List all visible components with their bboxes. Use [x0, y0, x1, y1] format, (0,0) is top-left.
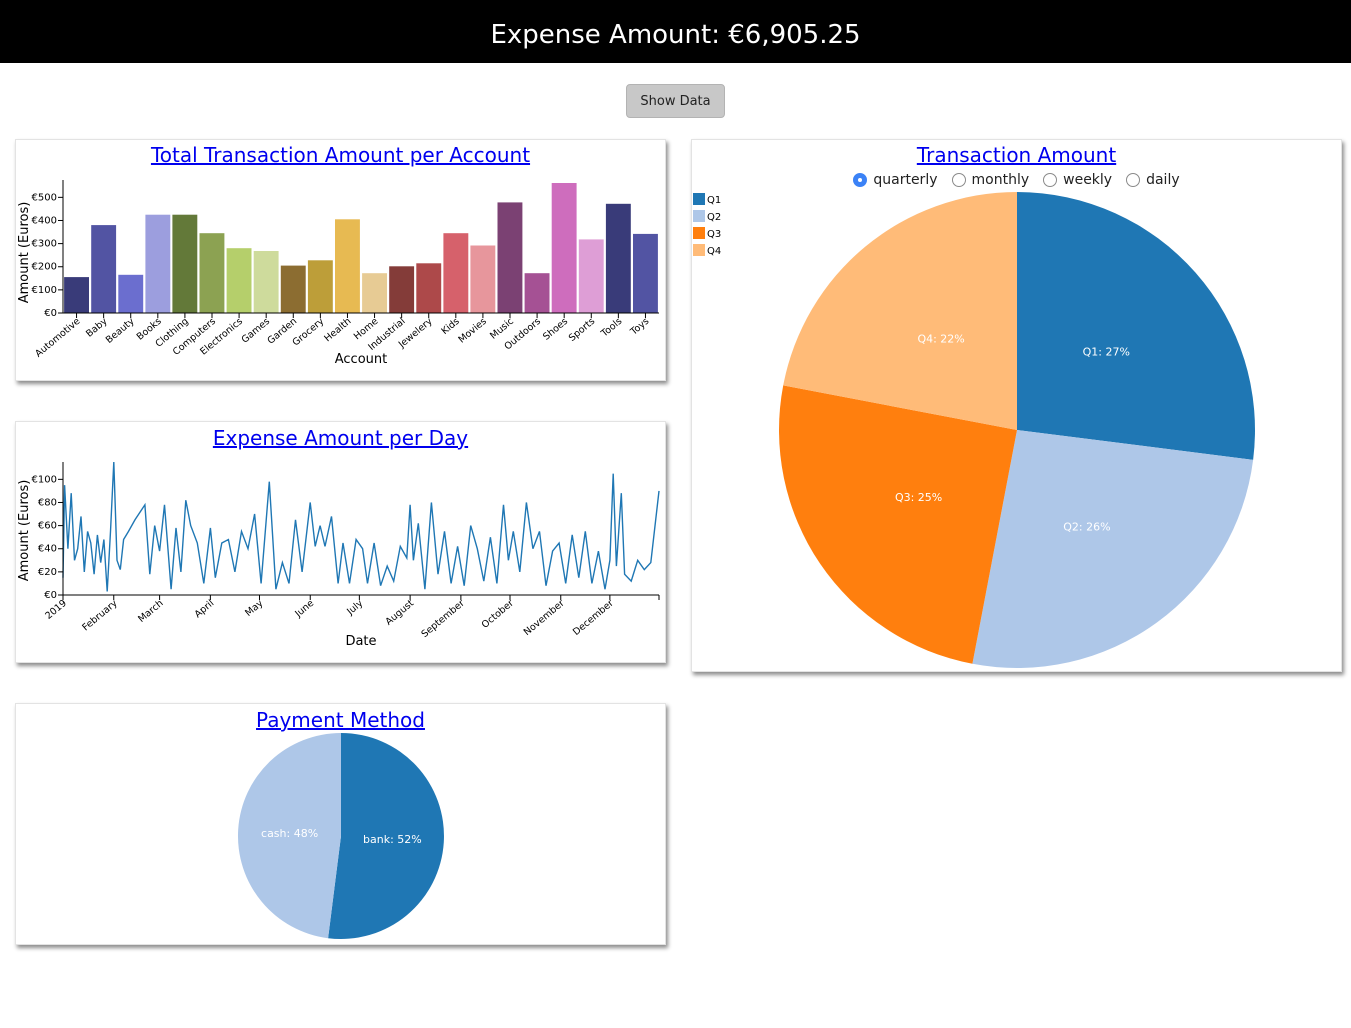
quarter-slice-label: Q4: 22% [917, 332, 964, 345]
x-tick-label: Kids [439, 316, 461, 337]
legend-label: Q3 [707, 229, 721, 240]
payment-chart-card: Payment Method bank: 52% cash: 48% [15, 703, 666, 945]
y-tick-label: €20 [38, 567, 57, 578]
quarter-slice-label: Q2: 26% [1063, 520, 1110, 533]
y-axis-title: Amount (Euros) [17, 202, 32, 304]
payment-slice-label: bank: 52% [363, 833, 422, 846]
x-tick-label: June [292, 598, 316, 620]
x-tick-label: September [420, 598, 467, 640]
y-tick-label: €60 [38, 521, 57, 532]
x-tick-label: February [80, 598, 120, 634]
y-tick-label: €0 [44, 308, 57, 319]
y-tick-label: €40 [38, 544, 57, 555]
x-tick-label: August [384, 598, 417, 628]
quarter-slice-label: Q3: 25% [895, 491, 942, 504]
bar-shoes [551, 183, 577, 313]
legend-swatch-q1 [693, 193, 705, 205]
bar-clothing [172, 214, 198, 313]
bar-sports [578, 239, 604, 313]
quarter-slice-q1 [1017, 192, 1255, 460]
x-tick-label: Movies [456, 316, 488, 346]
y-axis-title: Amount (Euros) [17, 480, 32, 582]
expense-total-header: Expense Amount: €6,905.25 [0, 0, 1351, 63]
bar-movies [470, 245, 496, 313]
x-tick-label: Automotive [33, 316, 82, 360]
x-tick-label: July [344, 598, 365, 618]
y-tick-label: €80 [38, 497, 57, 508]
x-tick-label: December [571, 598, 616, 638]
y-tick-label: €100 [32, 285, 57, 296]
bar-industrial [389, 266, 415, 313]
x-tick-label: November [522, 598, 567, 638]
bar-garden [280, 265, 306, 313]
account-chart-card: Total Transaction Amount per Account €0 €… [15, 139, 666, 381]
bar-music [497, 202, 523, 313]
legend-swatch-q4 [693, 244, 705, 256]
expense-line [62, 461, 660, 592]
bar-baby [91, 225, 117, 313]
bar-beauty [118, 274, 144, 313]
bar-toys [633, 233, 658, 313]
bar-health [335, 219, 360, 313]
legend-label: Q2 [707, 212, 721, 223]
show-data-button[interactable]: Show Data [626, 84, 725, 118]
legend-swatch-q2 [693, 210, 705, 222]
y-tick-label: €0 [44, 590, 57, 601]
x-tick-label: May [243, 598, 265, 619]
bar-tools [605, 203, 631, 313]
x-tick-label: 2019 [43, 598, 69, 622]
bar-outdoors [524, 273, 550, 313]
x-tick-label: Health [322, 316, 353, 344]
quarter-slice-q2 [972, 430, 1254, 668]
y-tick-label: €500 [32, 192, 57, 203]
x-tick-label: Shoes [541, 316, 570, 343]
y-tick-label: €100 [32, 474, 57, 485]
y-tick-label: €200 [32, 262, 57, 273]
y-tick-label: €300 [32, 239, 57, 250]
legend-swatch-q3 [693, 227, 705, 239]
bar-home [362, 273, 387, 313]
x-tick-label: Beauty [104, 316, 137, 346]
daily-line-chart: €0 €20 €40 €60 €80 €100 2019 February March April… [17, 461, 660, 649]
legend-label: Q4 [707, 246, 721, 257]
x-tick-label: Toys [628, 316, 652, 338]
legend-label: Q1 [707, 195, 721, 206]
quarter-slice-label: Q1: 27% [1083, 345, 1130, 358]
transaction-pie-chart: Q1: 27% Q2: 26% Q3: 25% Q4: 22% Q1 Q2 Q3 Q4 [693, 192, 1255, 668]
x-tick-label: April [193, 598, 217, 620]
x-tick-label: March [136, 598, 165, 625]
x-tick-label: Tools [599, 316, 625, 340]
payment-pie-chart: bank: 52% cash: 48% [237, 733, 444, 939]
x-tick-label: Sports [567, 316, 597, 344]
bar-grocery [307, 260, 333, 313]
x-axis-title: Date [345, 634, 376, 649]
x-tick-label: October [480, 598, 516, 631]
y-tick-label: €400 [32, 215, 57, 226]
bar-books [145, 214, 171, 313]
bar-electronics [226, 248, 252, 313]
account-bar-chart: €0€100€200€300€400€500Automotive BabyBeau… [17, 180, 659, 367]
payment-slice-label: cash: 48% [261, 827, 318, 840]
x-axis-title: Account [335, 352, 388, 367]
bar-automotive [64, 277, 89, 313]
daily-chart-card: Expense Amount per Day €0 €20 €40 €60 €80 €10… [15, 421, 666, 663]
bar-games [253, 251, 279, 313]
bar-jewelery [416, 263, 442, 313]
bar-kids [443, 233, 469, 313]
transaction-chart-card: Transaction Amount quarterly monthly wee… [691, 139, 1342, 672]
bar-computers [199, 233, 225, 313]
